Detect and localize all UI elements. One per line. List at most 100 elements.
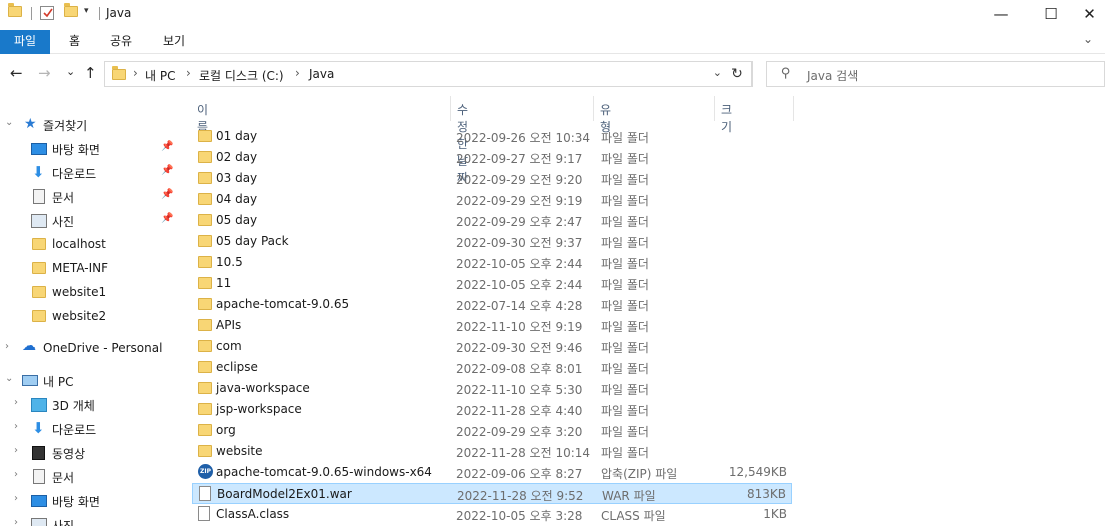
recent-locations-button[interactable]: ⌄ [66,65,75,78]
breadcrumb-separator[interactable]: › [186,66,191,80]
address-bar[interactable]: › 내 PC › 로컬 디스크 (C:) › Java ⌄ [104,61,753,87]
file-date: 2022-09-30 오전 9:37 [456,236,583,250]
forward-button[interactable]: → [38,64,51,82]
expand-ribbon-icon[interactable]: ⌄ [1083,32,1093,46]
file-date: 2022-09-06 오후 8:27 [456,467,583,481]
nav-localhost[interactable]: localhost [0,234,182,256]
column-divider[interactable] [714,96,715,121]
nav-desktop[interactable]: 바탕 화면 📌 [0,138,182,160]
column-divider[interactable] [450,96,451,121]
nav-onedrive[interactable]: › ☁ OneDrive - Personal [0,338,182,360]
close-button[interactable]: ✕ [1074,0,1105,28]
table-row[interactable]: 05 day Pack 2022-09-30 오전 9:37 파일 폴더 [192,231,792,252]
nav-website1[interactable]: website1 [0,282,182,304]
folder-icon [32,310,48,324]
search-input[interactable]: Java 검색 [807,67,858,84]
tab-file[interactable]: 파일 [0,30,51,54]
folder-icon [32,262,48,276]
nav-downloads[interactable]: ⬇ 다운로드 📌 [0,162,182,184]
star-icon: ★ [24,116,37,132]
table-row[interactable]: APIs 2022-11-10 오전 9:19 파일 폴더 [192,315,792,336]
table-row[interactable]: 03 day 2022-09-29 오전 9:20 파일 폴더 [192,168,792,189]
file-type: 파일 폴더 [601,215,649,229]
nav-meta-inf[interactable]: META-INF [0,258,182,280]
table-row[interactable]: 05 day 2022-09-29 오후 2:47 파일 폴더 [192,210,792,231]
nav-pc-downloads[interactable]: › ⬇ 다운로드 [0,418,182,440]
nav-pc-pictures[interactable]: › 사진 [0,514,182,526]
file-name: 05 day [216,213,258,227]
table-row[interactable]: 11 2022-10-05 오후 2:44 파일 폴더 [192,273,792,294]
breadcrumb-this-pc[interactable]: 내 PC [145,67,175,84]
refresh-button[interactable]: ↻ [723,61,752,87]
expand-chevron-icon[interactable]: › [5,341,9,352]
file-type: 파일 폴더 [601,257,649,271]
file-type: 파일 폴더 [601,446,649,460]
column-divider[interactable] [593,96,594,121]
collapse-chevron-icon[interactable]: ⌄ [5,117,13,128]
nav-pictures[interactable]: 사진 📌 [0,210,182,232]
video-icon [32,446,45,460]
table-row[interactable]: website 2022-11-28 오전 10:14 파일 폴더 [192,441,792,462]
document-icon [33,469,45,484]
file-date: 2022-09-29 오전 9:19 [456,194,583,208]
pin-icon: 📌 [161,213,174,224]
breadcrumb-separator[interactable]: › [133,66,138,80]
table-row[interactable]: 02 day 2022-09-27 오전 9:17 파일 폴더 [192,147,792,168]
expand-chevron-icon[interactable]: › [14,445,18,456]
tab-share[interactable]: 공유 [98,30,144,54]
file-type: 압축(ZIP) 파일 [601,467,678,481]
nav-documents[interactable]: 문서 📌 [0,186,182,208]
quick-access-dropdown-icon[interactable]: ▾ [84,6,89,16]
file-name: apache-tomcat-9.0.65-windows-x64 [216,465,432,479]
table-row[interactable]: eclipse 2022-09-08 오후 8:01 파일 폴더 [192,357,792,378]
file-name: 01 day [216,129,258,143]
maximize-button[interactable]: ☐ [1028,0,1074,28]
expand-chevron-icon[interactable]: › [14,397,18,408]
nav-website2[interactable]: website2 [0,306,182,328]
up-button[interactable]: ↑ [84,64,97,82]
breadcrumb-local-disk[interactable]: 로컬 디스크 (C:) [199,67,284,84]
column-divider[interactable] [793,96,794,121]
tab-home[interactable]: 홈 [57,30,92,54]
file-date: 2022-10-05 오후 3:28 [456,509,583,523]
file-date: 2022-09-29 오후 2:47 [456,215,583,229]
back-button[interactable]: ← [10,64,23,82]
expand-chevron-icon[interactable]: › [14,469,18,480]
tab-view[interactable]: 보기 [151,30,197,54]
download-icon: ⬇ [32,419,45,437]
file-type: 파일 폴더 [601,131,649,145]
search-box[interactable]: ⚲ Java 검색 [766,61,1105,87]
table-row[interactable]: java-workspace 2022-11-10 오후 5:30 파일 폴더 [192,378,792,399]
file-type: WAR 파일 [602,489,656,503]
table-row[interactable]: org 2022-09-29 오후 3:20 파일 폴더 [192,420,792,441]
table-row[interactable]: jsp-workspace 2022-11-28 오후 4:40 파일 폴더 [192,399,792,420]
nav-favorites[interactable]: ⌄ ★ 즐겨찾기 [0,114,182,136]
minimize-button[interactable]: — [978,0,1024,28]
file-name: 02 day [216,150,258,164]
file-date: 2022-09-30 오전 9:46 [456,341,583,355]
nav-3d-objects[interactable]: › 3D 개체 [0,394,182,416]
nav-pc-documents[interactable]: › 문서 [0,466,182,488]
file-date: 2022-09-29 오후 3:20 [456,425,583,439]
table-row[interactable]: com 2022-09-30 오전 9:46 파일 폴더 [192,336,792,357]
nav-videos[interactable]: › 동영상 [0,442,182,464]
expand-chevron-icon[interactable]: › [14,493,18,504]
properties-icon[interactable] [40,6,54,20]
table-row[interactable]: 10.5 2022-10-05 오후 2:44 파일 폴더 [192,252,792,273]
breadcrumb-separator[interactable]: › [295,66,300,80]
title-bar: ▾ Java — ☐ ✕ [0,0,1105,28]
desktop-icon [31,143,47,155]
table-row[interactable]: 04 day 2022-09-29 오전 9:19 파일 폴더 [192,189,792,210]
table-row[interactable]: apache-tomcat-9.0.65 2022-07-14 오후 4:28 파일… [192,294,792,315]
expand-chevron-icon[interactable]: › [14,517,18,526]
table-row[interactable]: ClassA.class 2022-10-05 오후 3:28 CLASS 파일 1K… [192,504,792,525]
breadcrumb-java[interactable]: Java [309,67,334,81]
table-row[interactable]: BoardModel2Ex01.war 2022-11-28 오전 9:52 WAR… [192,483,792,504]
nav-pc-desktop[interactable]: › 바탕 화면 [0,490,182,512]
nav-this-pc[interactable]: ⌄ 내 PC [0,370,182,392]
expand-chevron-icon[interactable]: › [14,421,18,432]
table-row[interactable]: ZIP apache-tomcat-9.0.65-windows-x64 2022-… [192,462,792,483]
table-row[interactable]: 01 day 2022-09-26 오전 10:34 파일 폴더 [192,126,792,147]
address-dropdown-icon[interactable]: ⌄ [713,66,722,79]
collapse-chevron-icon[interactable]: ⌄ [5,373,13,384]
